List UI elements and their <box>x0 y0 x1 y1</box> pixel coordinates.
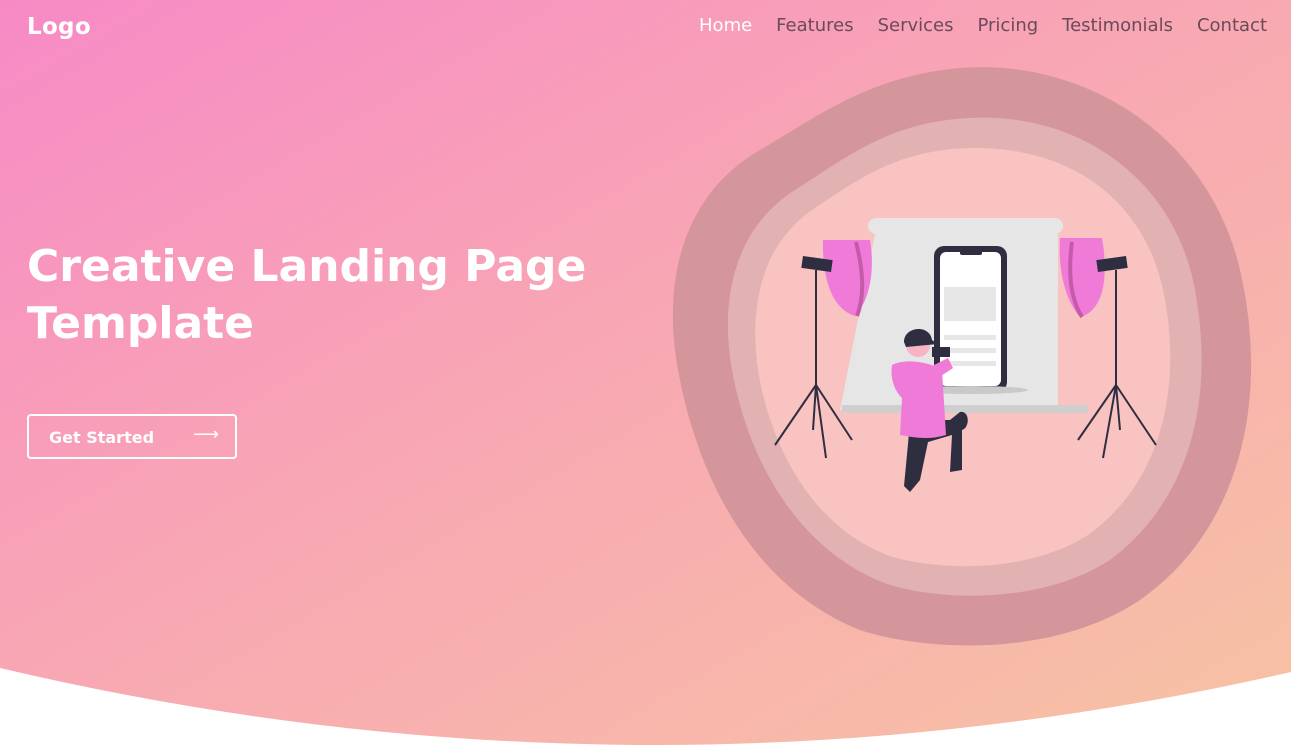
nav-menu: Home Features Services Pricing Testimoni… <box>675 15 1267 36</box>
nav-item-pricing: Pricing <box>977 15 1038 36</box>
nav-item-home: Home <box>699 15 752 36</box>
hero-section: Logo Home Features Services Pricing Test… <box>0 0 1291 756</box>
get-started-label: Get Started <box>49 428 155 447</box>
get-started-button[interactable]: Get Started ⟶ <box>27 414 237 459</box>
top-navbar: Logo Home Features Services Pricing Test… <box>0 0 1291 60</box>
nav-link-home[interactable]: Home <box>699 15 752 36</box>
hero-title-line1: Creative Landing Page <box>27 241 587 292</box>
long-arrow-right-icon: ⟶ <box>193 424 219 444</box>
nav-item-testimonials: Testimonials <box>1062 15 1173 36</box>
nav-item-contact: Contact <box>1197 15 1267 36</box>
nav-link-pricing[interactable]: Pricing <box>977 15 1038 36</box>
backdrop-roll <box>868 218 1063 234</box>
phone-line2 <box>944 348 996 353</box>
camera <box>932 347 950 357</box>
phone-line3 <box>944 361 996 366</box>
hero-title-line2: Template <box>27 298 255 349</box>
hero-title: Creative Landing Page Template <box>27 238 627 352</box>
backdrop-floor <box>842 405 1088 413</box>
phone-notch <box>960 250 982 255</box>
nav-link-features[interactable]: Features <box>776 15 853 36</box>
phone-image <box>944 287 996 321</box>
nav-item-features: Features <box>776 15 853 36</box>
phone-line1 <box>944 335 996 340</box>
nav-item-services: Services <box>878 15 954 36</box>
photographer-illustration <box>672 67 1252 646</box>
nav-link-contact[interactable]: Contact <box>1197 15 1267 36</box>
nav-link-services[interactable]: Services <box>878 15 954 36</box>
logo[interactable]: Logo <box>27 14 91 40</box>
nav-link-testimonials[interactable]: Testimonials <box>1062 15 1173 36</box>
